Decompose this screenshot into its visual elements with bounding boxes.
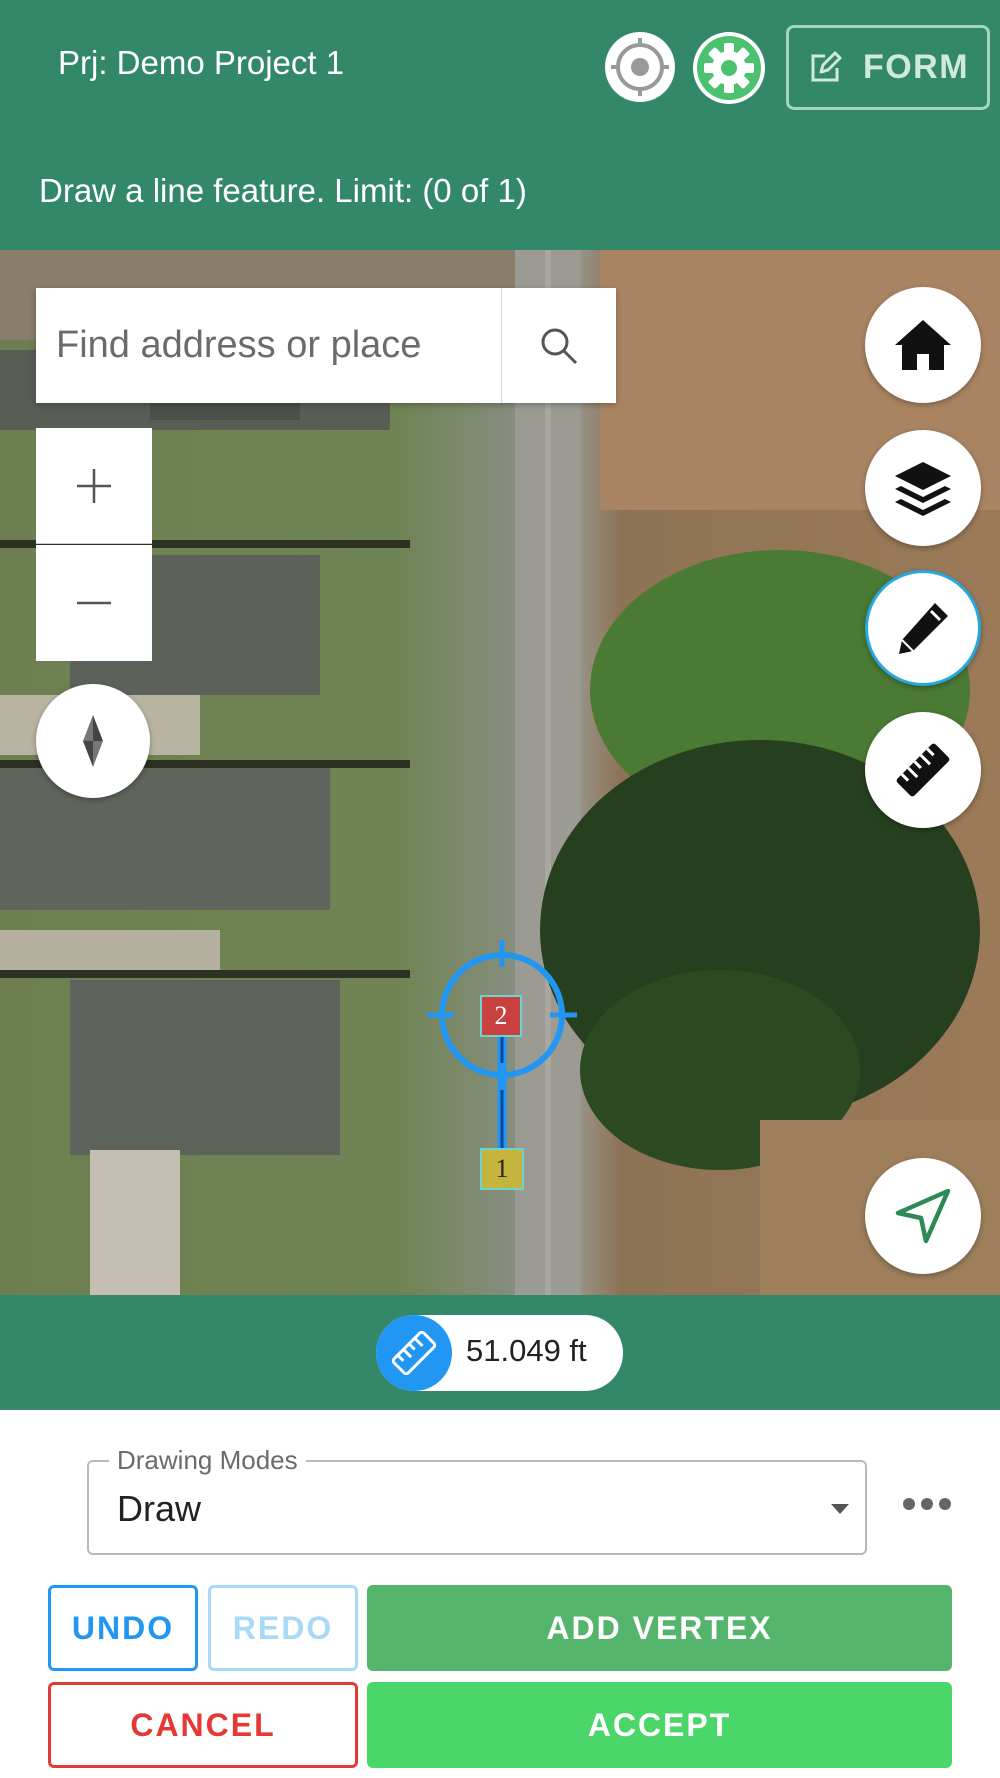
more-horizontal-icon	[903, 1498, 951, 1510]
vertex-marker-1[interactable]: 1	[480, 1148, 524, 1190]
search-box	[36, 288, 616, 403]
settings-button[interactable]	[693, 32, 765, 104]
add-vertex-button[interactable]: ADD VERTEX	[367, 1585, 952, 1671]
measure-badge	[376, 1315, 452, 1391]
layers-icon	[895, 462, 951, 516]
vertex-marker-2[interactable]: 2	[480, 995, 522, 1037]
more-options-button[interactable]	[902, 1496, 952, 1517]
accept-button[interactable]: ACCEPT	[367, 1682, 952, 1768]
line-feature	[497, 1015, 507, 1168]
home-button[interactable]	[865, 287, 981, 403]
drawing-mode-value: Draw	[117, 1488, 202, 1529]
ruler-icon	[391, 1330, 437, 1376]
ruler-icon	[896, 743, 950, 797]
measurement-pill: 51.049 ft	[376, 1315, 623, 1391]
chevron-down-icon	[831, 1504, 849, 1514]
gear-icon	[697, 36, 761, 100]
drawing-panel: Drawing Modes Draw UNDO REDO ADD VERTEX …	[0, 1410, 1000, 1778]
pencil-icon	[899, 603, 948, 654]
map-view[interactable]: 2 1	[0, 250, 1000, 1295]
project-title: Prj: Demo Project 1	[58, 44, 345, 81]
search-button[interactable]	[501, 288, 616, 403]
edit-icon	[811, 51, 842, 81]
minus-icon	[77, 601, 111, 605]
gps-button[interactable]	[605, 32, 675, 102]
vertex-label: 1	[495, 1154, 509, 1183]
zoom-in-button[interactable]	[36, 428, 152, 544]
form-button[interactable]: FORM	[786, 25, 990, 110]
zoom-out-button[interactable]	[36, 545, 152, 661]
search-icon	[541, 328, 578, 364]
draw-tool-button[interactable]	[865, 570, 981, 686]
layers-button[interactable]	[865, 430, 981, 546]
measurement-bar: 51.049 ft	[0, 1295, 1000, 1410]
vertex-label: 2	[494, 1001, 508, 1030]
compass-icon	[83, 715, 103, 767]
form-button-label: FORM	[862, 48, 970, 86]
search-input[interactable]	[36, 288, 501, 403]
app-header: Prj: Demo Project 1 FORM Draw a line fea…	[0, 0, 1000, 250]
home-icon	[895, 320, 951, 370]
undo-button[interactable]: UNDO	[48, 1585, 198, 1671]
cancel-button[interactable]: CANCEL	[48, 1682, 358, 1768]
redo-button[interactable]: REDO	[208, 1585, 358, 1671]
drawing-mode-select[interactable]: Drawing Modes Draw	[87, 1445, 867, 1555]
compass-button[interactable]	[36, 684, 150, 798]
navigation-button[interactable]	[865, 1158, 981, 1274]
drawing-instruction: Draw a line feature. Limit: (0 of 1)	[39, 172, 527, 209]
navigation-arrow-icon	[895, 1188, 951, 1244]
gps-target-icon	[611, 38, 669, 96]
plus-icon	[77, 468, 111, 503]
drawing-mode-label: Drawing Modes	[109, 1445, 306, 1476]
measurement-value: 51.049 ft	[466, 1333, 587, 1368]
measure-tool-button[interactable]	[865, 712, 981, 828]
